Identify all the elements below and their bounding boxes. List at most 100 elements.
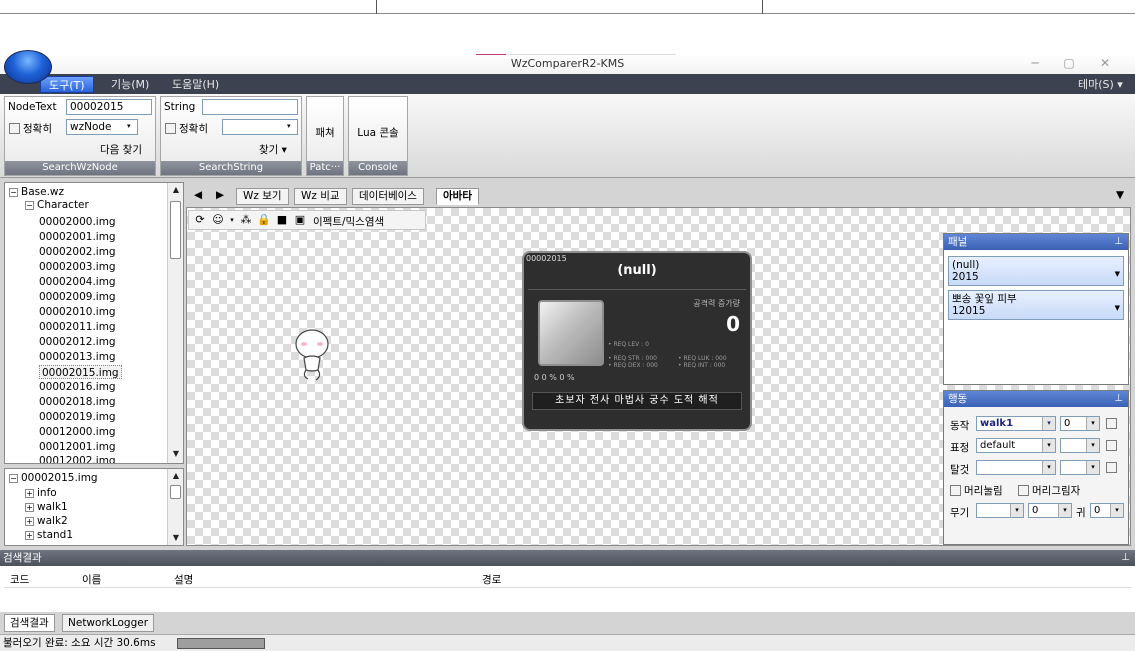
tree-item[interactable]: 00012001.img bbox=[39, 440, 116, 454]
refresh-icon[interactable]: ⟳ bbox=[193, 213, 207, 227]
hair-cover-checkbox[interactable] bbox=[950, 485, 961, 496]
back-icon[interactable]: ◀ bbox=[188, 188, 208, 205]
expression-checkbox[interactable] bbox=[1106, 440, 1117, 451]
tree-item[interactable]: 00002002.img bbox=[39, 245, 116, 259]
stat-row: 0 0 % 0 % bbox=[534, 373, 575, 382]
tree-item[interactable]: 00002011.img bbox=[39, 320, 116, 334]
tree-item[interactable]: + stand1 bbox=[25, 528, 73, 542]
maximize-button[interactable]: ▢ bbox=[1056, 56, 1082, 72]
menu-help[interactable]: 도움말(H) bbox=[164, 76, 227, 93]
weapon-value-select[interactable]: 0 ▾ bbox=[1028, 503, 1072, 518]
ride-select[interactable]: ▾ bbox=[976, 460, 1056, 475]
node-text-input[interactable]: 00002015 bbox=[66, 99, 152, 115]
hair-shade-checkbox[interactable] bbox=[1018, 485, 1029, 496]
img-tree[interactable]: −00002015.img + info + walk1 + walk2 + stand… bbox=[4, 468, 184, 546]
tree-item-selected[interactable]: 00002015.img bbox=[39, 365, 122, 379]
scroll-up-icon[interactable]: ▲ bbox=[168, 469, 183, 483]
tree-item[interactable]: 00002004.img bbox=[39, 275, 116, 289]
action-select[interactable]: walk1 ▾ bbox=[976, 416, 1056, 431]
skin-combo[interactable]: 뽀송 꽃잎 피부 12015 ▼ bbox=[948, 290, 1124, 320]
column-header[interactable]: 코드 bbox=[10, 572, 29, 587]
title-accent bbox=[476, 54, 676, 55]
attack-label: 공격력 증가량 bbox=[693, 299, 740, 308]
tree-root[interactable]: − Base.wz bbox=[9, 185, 64, 199]
menu-theme[interactable]: 테마(S) ▾ bbox=[1070, 76, 1131, 93]
action-checkbox[interactable] bbox=[1106, 418, 1117, 429]
grid-icon[interactable]: ⁂ bbox=[239, 213, 253, 227]
exact-checkbox[interactable] bbox=[165, 123, 176, 134]
tree-item[interactable]: + walk1 bbox=[25, 500, 68, 514]
ear-select[interactable]: 0 ▾ bbox=[1090, 503, 1124, 518]
chevron-down-icon[interactable]: ▾ bbox=[225, 213, 239, 227]
lock-icon[interactable]: 🔒 bbox=[257, 213, 271, 227]
scroll-down-icon[interactable]: ▼ bbox=[168, 531, 183, 545]
tab-search-results[interactable]: 검색결과 bbox=[4, 614, 55, 632]
find-next-button[interactable]: 다음 찾기 bbox=[100, 142, 142, 157]
save-icon[interactable]: ■ bbox=[275, 213, 289, 227]
tree-item[interactable]: 00002012.img bbox=[39, 335, 116, 349]
tree-item[interactable]: 00012000.img bbox=[39, 425, 116, 439]
find-button[interactable]: 찾기 ▾ bbox=[259, 142, 287, 157]
export-icon[interactable]: ▣ bbox=[293, 213, 307, 227]
scroll-up-icon[interactable]: ▲ bbox=[168, 183, 183, 197]
string-input[interactable] bbox=[202, 99, 298, 115]
tree-item[interactable]: 00002009.img bbox=[39, 290, 116, 304]
tree-root[interactable]: −00002015.img bbox=[9, 471, 98, 485]
forward-icon[interactable]: ▶ bbox=[210, 188, 230, 205]
scroll-thumb[interactable] bbox=[170, 201, 181, 259]
column-header[interactable]: 경로 bbox=[482, 572, 501, 587]
tree-item[interactable]: 00002013.img bbox=[39, 350, 116, 364]
pin-icon[interactable]: ⊥ bbox=[1114, 234, 1123, 250]
part-combo[interactable]: (null) 2015 ▼ bbox=[948, 256, 1124, 286]
status-bar: 불러오기 완료: 소요 시간 30.6ms bbox=[0, 634, 1135, 651]
top-strip bbox=[0, 0, 1135, 14]
column-header[interactable]: 이름 bbox=[82, 572, 101, 587]
exact-checkbox[interactable] bbox=[9, 123, 20, 134]
tab-wz-view[interactable]: Wz 보기 bbox=[236, 188, 289, 205]
tree-item[interactable]: 00002003.img bbox=[39, 260, 116, 274]
tab-database[interactable]: 데이터베이스 bbox=[352, 188, 424, 205]
wz-tree[interactable]: − Base.wz − Character 00002000.img 0000200… bbox=[4, 182, 184, 464]
weapon-select[interactable]: ▾ bbox=[976, 503, 1024, 518]
bottom-tab-strip: 검색결과 NetworkLogger bbox=[0, 612, 1135, 634]
tree-item[interactable]: 00002016.img bbox=[39, 380, 116, 394]
character-icon[interactable]: ☺ bbox=[211, 213, 225, 227]
expression-label: 표정 bbox=[950, 442, 970, 454]
effect-mix-dye-button[interactable]: 이펙트/믹스염색 bbox=[313, 214, 384, 229]
scroll-thumb[interactable] bbox=[170, 485, 181, 499]
patcher-button[interactable]: 패쳐 bbox=[307, 125, 343, 140]
tree-item[interactable]: 00002000.img bbox=[39, 215, 116, 229]
tree-item[interactable]: 00012002.img bbox=[39, 454, 116, 463]
tree-item[interactable]: 00002010.img bbox=[39, 305, 116, 319]
ride-checkbox[interactable] bbox=[1106, 462, 1117, 473]
chevron-down-icon: ▼ bbox=[1114, 304, 1120, 312]
tree-scrollbar[interactable]: ▲ ▼ bbox=[167, 469, 183, 545]
minimize-button[interactable]: ─ bbox=[1022, 56, 1048, 72]
tree-item[interactable]: + walk2 bbox=[25, 514, 68, 528]
app-orb-icon[interactable] bbox=[4, 50, 52, 84]
scroll-down-icon[interactable]: ▼ bbox=[168, 447, 183, 461]
lua-console-button[interactable]: Lua 콘솔 bbox=[349, 125, 407, 140]
close-button[interactable]: ✕ bbox=[1092, 56, 1118, 72]
tree-scrollbar[interactable]: ▲ ▼ bbox=[167, 183, 183, 463]
chevron-down-icon: ▾ bbox=[127, 122, 131, 130]
pin-icon[interactable]: ⊥ bbox=[1121, 550, 1130, 566]
tab-wz-compare[interactable]: Wz 비교 bbox=[294, 188, 347, 205]
menu-functions[interactable]: 기능(M) bbox=[103, 76, 157, 93]
tree-item[interactable]: 00002019.img bbox=[39, 410, 116, 424]
expression-frame-select[interactable]: ▾ bbox=[1060, 438, 1100, 453]
tree-item[interactable]: 00002001.img bbox=[39, 230, 116, 244]
expression-select[interactable]: default ▾ bbox=[976, 438, 1056, 453]
tree-item[interactable]: + info bbox=[25, 486, 57, 500]
string-label: String bbox=[164, 101, 196, 113]
pin-icon[interactable]: ⊥ bbox=[1114, 391, 1123, 407]
tree-node-character[interactable]: − Character bbox=[25, 198, 89, 212]
tab-avatar[interactable]: 아바타 bbox=[436, 188, 479, 205]
menu-tools[interactable]: 도구(T) bbox=[40, 76, 94, 93]
tab-network-logger[interactable]: NetworkLogger bbox=[62, 614, 155, 632]
ride-frame-select[interactable]: ▾ bbox=[1060, 460, 1100, 475]
tree-item[interactable]: 00002018.img bbox=[39, 395, 116, 409]
action-frame-select[interactable]: 0 ▾ bbox=[1060, 416, 1100, 431]
column-header[interactable]: 설명 bbox=[174, 572, 193, 587]
tab-list-chevron-down-icon[interactable]: ▼ bbox=[1110, 188, 1130, 205]
